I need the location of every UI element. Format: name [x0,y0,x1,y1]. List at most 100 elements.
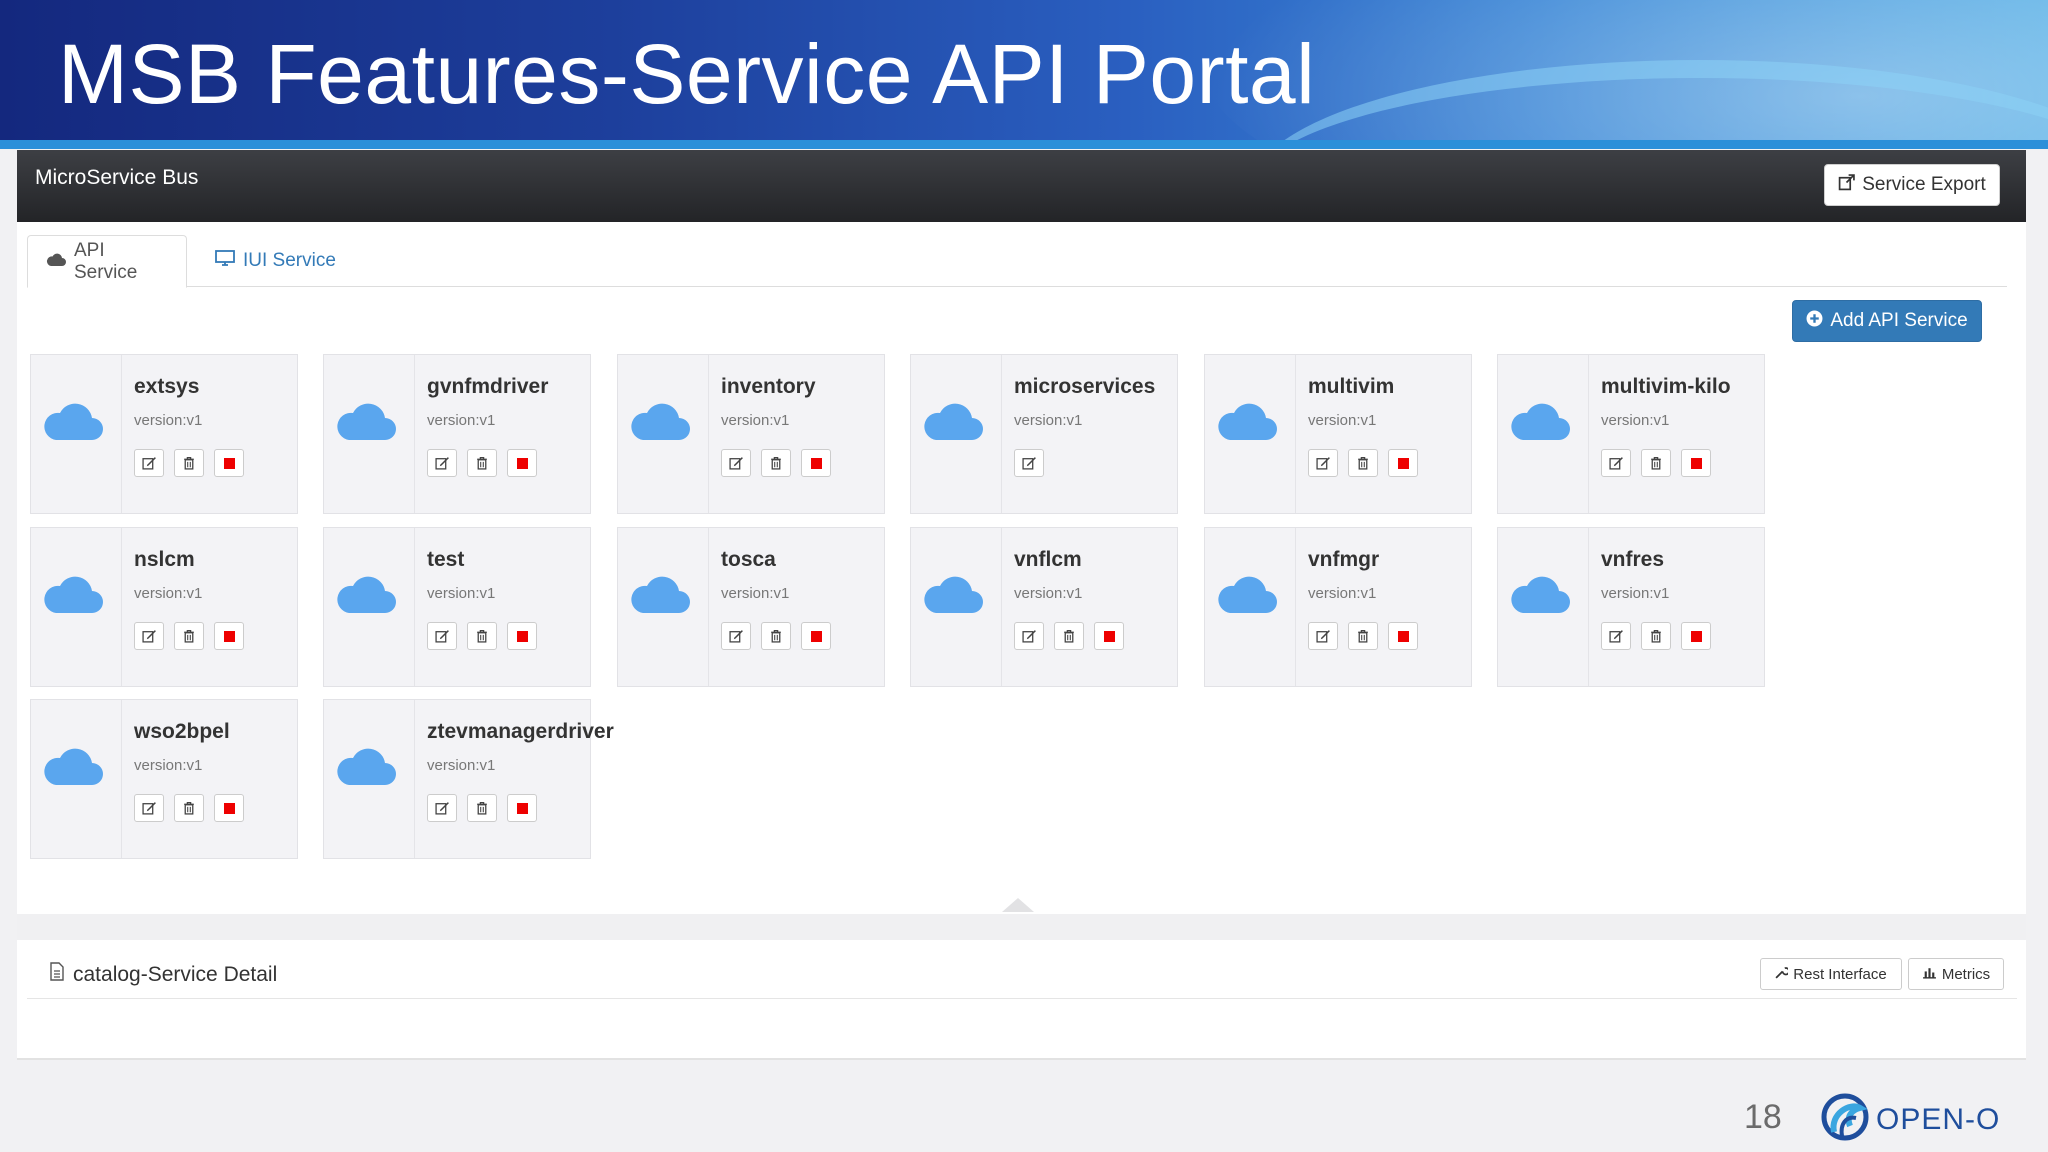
service-name[interactable]: multivim [1308,375,1394,399]
edit-button[interactable] [427,794,457,822]
edit-button[interactable] [1308,622,1338,650]
delete-button[interactable] [467,622,497,650]
service-name[interactable]: nslcm [134,548,195,572]
service-name[interactable]: vnflcm [1014,548,1082,572]
service-card[interactable]: gvnfmdriver version:v1 [323,354,591,514]
stop-icon [1397,457,1409,469]
delete-button[interactable] [761,622,791,650]
service-card[interactable]: vnfmgr version:v1 [1204,527,1472,687]
edit-button[interactable] [427,449,457,477]
rest-interface-button[interactable]: Rest Interface [1760,958,1902,990]
service-name[interactable]: microservices [1014,375,1155,399]
edit-icon [728,456,744,470]
delete-button[interactable] [174,449,204,477]
navbar-brand[interactable]: MicroService Bus [35,166,198,190]
service-export-button[interactable]: Service Export [1824,164,2000,206]
stop-button[interactable] [1681,622,1711,650]
service-actions [1308,449,1418,477]
cloud-icon [44,568,104,618]
service-card[interactable]: extsys version:v1 [30,354,298,514]
edit-button[interactable] [1014,449,1044,477]
service-card[interactable]: multivim-kilo version:v1 [1497,354,1765,514]
add-api-service-button[interactable]: Add API Service [1792,300,1982,342]
stop-button[interactable] [1388,622,1418,650]
service-card[interactable]: vnflcm version:v1 [910,527,1178,687]
bar-chart-icon [1922,966,1937,983]
edit-button[interactable] [427,622,457,650]
edit-button[interactable] [1601,449,1631,477]
edit-icon [1021,456,1037,470]
edit-icon [141,801,157,815]
delete-button[interactable] [467,794,497,822]
delete-button[interactable] [1348,449,1378,477]
service-actions [427,794,537,822]
service-version: version:v1 [1014,412,1083,429]
stop-button[interactable] [801,622,831,650]
trash-icon [1357,629,1369,643]
service-actions [721,622,831,650]
service-name[interactable]: wso2bpel [134,720,230,744]
delete-button[interactable] [1348,622,1378,650]
panel-splitter[interactable] [17,914,2026,940]
edit-button[interactable] [721,622,751,650]
service-name[interactable]: extsys [134,375,199,399]
metrics-button[interactable]: Metrics [1908,958,2004,990]
delete-button[interactable] [1641,449,1671,477]
delete-button[interactable] [1641,622,1671,650]
service-name[interactable]: tosca [721,548,776,572]
collapse-caret-icon[interactable] [1002,898,1034,912]
stop-button[interactable] [801,449,831,477]
delete-button[interactable] [467,449,497,477]
service-name[interactable]: vnfmgr [1308,548,1379,572]
edit-button[interactable] [1601,622,1631,650]
service-card[interactable]: microservices version:v1 [910,354,1178,514]
edit-button[interactable] [134,794,164,822]
service-card[interactable]: vnfres version:v1 [1497,527,1765,687]
stop-icon [810,457,822,469]
service-name[interactable]: inventory [721,375,816,399]
edit-button[interactable] [1014,622,1044,650]
cloud-icon [44,395,104,445]
service-name[interactable]: vnfres [1601,548,1664,572]
delete-button[interactable] [761,449,791,477]
service-name[interactable]: gvnfmdriver [427,375,548,399]
edit-button[interactable] [134,449,164,477]
trash-icon [770,629,782,643]
delete-button[interactable] [174,622,204,650]
tab-iui-service[interactable]: IUI Service [197,235,354,287]
stop-icon [810,630,822,642]
service-card[interactable]: test version:v1 [323,527,591,687]
stop-button[interactable] [214,622,244,650]
service-card[interactable]: wso2bpel version:v1 [30,699,298,859]
stop-button[interactable] [1681,449,1711,477]
stop-icon [516,802,528,814]
service-card[interactable]: tosca version:v1 [617,527,885,687]
edit-icon [1021,629,1037,643]
edit-button[interactable] [134,622,164,650]
service-name[interactable]: multivim-kilo [1601,375,1731,399]
stop-button[interactable] [507,622,537,650]
stop-button[interactable] [507,449,537,477]
service-name[interactable]: test [427,548,464,572]
title-banner: MSB Features-Service API Portal [0,0,2048,140]
stop-button[interactable] [1388,449,1418,477]
delete-button[interactable] [1054,622,1084,650]
service-card[interactable]: inventory version:v1 [617,354,885,514]
stop-button[interactable] [214,449,244,477]
service-card[interactable]: ztevmanagerdriver version:v1 [323,699,614,859]
stop-button[interactable] [507,794,537,822]
stop-button[interactable] [1094,622,1124,650]
service-card[interactable]: nslcm version:v1 [30,527,298,687]
metrics-label: Metrics [1941,965,1991,983]
service-actions [427,622,537,650]
stop-icon [1690,630,1702,642]
service-card[interactable]: multivim version:v1 [1204,354,1472,514]
edit-button[interactable] [721,449,751,477]
delete-button[interactable] [174,794,204,822]
plus-circle-icon [1806,310,1823,333]
edit-button[interactable] [1308,449,1338,477]
service-name[interactable]: ztevmanagerdriver [427,720,614,744]
tab-api-service[interactable]: API Service [27,235,187,288]
service-actions [1601,622,1711,650]
stop-button[interactable] [214,794,244,822]
